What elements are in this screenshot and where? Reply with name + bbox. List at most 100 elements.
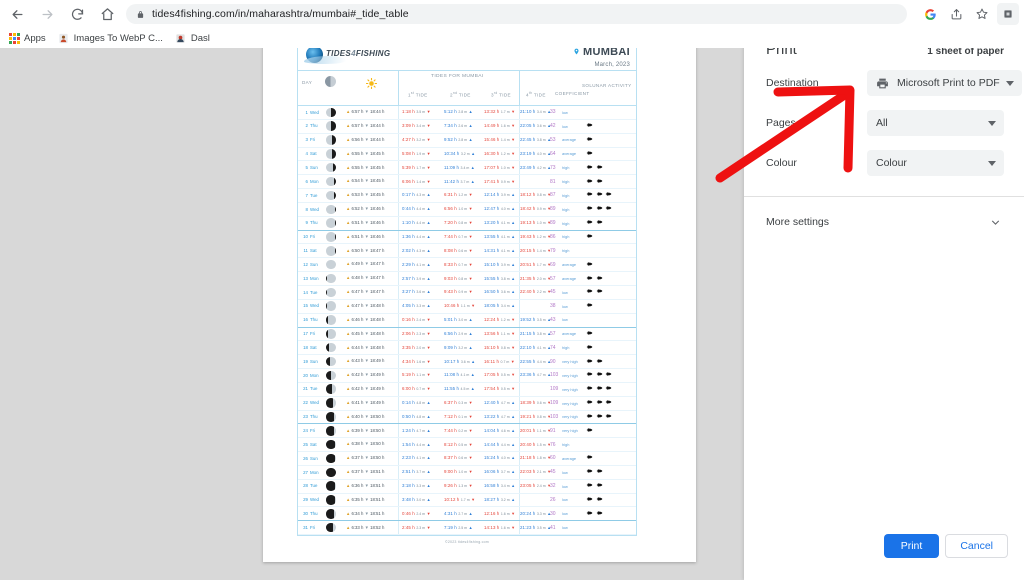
table-row: 13 Mon ▲ 6:48 h ▼ 18:47 h 2:57 h 3.9 m ▲ 9:03 … xyxy=(298,272,636,286)
row-level: low xyxy=(562,525,568,531)
tide-2: 7:34 h 2.6 m ▲ xyxy=(444,123,473,129)
tide-2: 6:37 h 0.3 m ▼ xyxy=(444,400,473,406)
tide-3: 16:06 h 3.7 m ▲ xyxy=(484,469,516,475)
tide-2: 11:08 h 4.1 m ▲ xyxy=(444,372,475,378)
moon-phase-icon xyxy=(326,384,336,394)
cancel-button[interactable]: Cancel xyxy=(945,534,1008,558)
tide-1: 3:35 h 2.0 m ▼ xyxy=(402,344,431,350)
tide-3: 13:55 h 4.1 m ▲ xyxy=(484,233,516,239)
tide-2: 4:31 h 2.7 m ▲ xyxy=(444,510,473,516)
row-level: very high xyxy=(562,358,578,364)
google-icon[interactable] xyxy=(919,3,941,25)
row-level: low xyxy=(562,317,568,323)
tide-4: 19:13 h 1.0 m ▼ xyxy=(520,220,552,226)
sun-icon xyxy=(365,76,378,90)
tide-2: 5:01 h 3.0 m ▲ xyxy=(444,317,473,323)
row-sun-times: ▲ 6:35 h ▼ 18:51 h xyxy=(346,496,385,502)
pages-select[interactable]: All xyxy=(867,110,1004,136)
row-coefficient: 109 xyxy=(550,400,559,407)
more-settings-toggle[interactable]: More settings xyxy=(744,202,1024,242)
moon-phase-icon xyxy=(326,107,336,118)
address-bar-url: tides4fishing.com/in/maharashtra/mumbai#… xyxy=(152,8,409,20)
row-level: very high xyxy=(562,386,578,392)
moon-phase-icon xyxy=(326,370,336,381)
bookmark-apps[interactable]: Apps xyxy=(8,32,46,44)
tide-1: 3:48 h 3.0 m ▲ xyxy=(402,497,431,503)
document-month: March, 2023 xyxy=(594,62,630,69)
row-solunar-activity xyxy=(586,233,593,239)
destination-label: Destination xyxy=(766,77,819,89)
row-sun-times: ▲ 6:37 h ▼ 18:51 h xyxy=(346,469,385,475)
tide-4: 20:51 h 1.7 m ▼ xyxy=(520,261,552,267)
header-tide-3: 3rd TIDE xyxy=(491,91,511,98)
tide-2: 11:55 h 4.5 m ▲ xyxy=(444,386,475,392)
row-day: 29 Wed xyxy=(303,497,319,503)
row-solunar-activity xyxy=(586,219,603,225)
row-sun-times: ▲ 6:33 h ▼ 18:52 h xyxy=(346,524,385,530)
tide-4: 21:18 h 1.8 m ▼ xyxy=(520,455,552,461)
row-level: high xyxy=(562,192,570,198)
table-row: 1 Wed ▲ 6:57 h ▼ 18:44 h 1:18 h 3.5 m ▼ 5:12 h… xyxy=(298,106,636,120)
tide-2: 7:44 h 0.2 m ▼ xyxy=(444,427,473,433)
row-level: very high xyxy=(562,414,578,420)
moon-phase-icon xyxy=(325,76,336,87)
table-row: 26 Sun ▲ 6:37 h ▼ 18:50 h 2:23 h 4.1 m ▲ 8:37 … xyxy=(298,452,636,466)
row-solunar-activity xyxy=(586,178,603,184)
tide-4: 19:43 h 1.2 m ▼ xyxy=(520,233,552,239)
moon-phase-icon xyxy=(326,342,336,353)
row-sun-times: ▲ 6:41 h ▼ 18:49 h xyxy=(346,399,385,405)
share-icon[interactable] xyxy=(945,3,967,25)
row-level: very high xyxy=(562,400,578,406)
moon-phase-icon xyxy=(326,190,336,201)
forward-arrow-icon[interactable] xyxy=(34,1,60,27)
row-coefficient: 103 xyxy=(550,372,559,379)
row-level: high xyxy=(562,248,570,254)
bookmark-star-icon[interactable] xyxy=(971,3,993,25)
row-coefficient: 87 xyxy=(550,192,556,199)
row-coefficient: 73 xyxy=(550,164,556,171)
table-row: 12 Sun ▲ 6:49 h ▼ 18:47 h 2:29 h 4.1 m ▲ 8:33 … xyxy=(298,258,636,273)
home-icon[interactable] xyxy=(94,1,120,27)
tide-1: 0:46 h 2.4 m ▼ xyxy=(402,510,431,516)
bookmark-dash[interactable]: Dasl xyxy=(175,32,210,44)
tide-4: 23:36 h 4.7 m ▲ xyxy=(520,372,552,378)
row-day: 31 Fri xyxy=(303,524,316,530)
print-dialog-actions: Print Cancel xyxy=(883,534,1008,558)
destination-select[interactable]: Microsoft Print to PDF xyxy=(867,70,1022,96)
moon-phase-icon xyxy=(326,135,336,145)
row-day: 25 Sat xyxy=(303,441,317,447)
row-day: 4 Sat xyxy=(305,151,317,157)
back-arrow-icon[interactable] xyxy=(4,1,30,27)
row-coefficient: 91 xyxy=(550,427,556,434)
row-solunar-activity xyxy=(586,136,593,142)
bookmark-images-to-webp[interactable]: Images To WebP C... xyxy=(58,32,163,44)
row-sun-times: ▲ 6:49 h ▼ 18:47 h xyxy=(346,261,385,267)
row-solunar-activity xyxy=(586,191,612,197)
tide-2: 9:43 h 0.9 m ▼ xyxy=(444,289,473,295)
tide-1: 4:34 h 1.6 m ▼ xyxy=(402,358,431,364)
table-row: 4 Sat ▲ 6:55 h ▼ 18:45 h 5:08 h 1.9 m ▼ 10:34 … xyxy=(298,147,636,162)
row-solunar-activity xyxy=(586,454,593,460)
row-sun-times: ▲ 6:36 h ▼ 18:51 h xyxy=(346,482,385,488)
row-coefficient: 57 xyxy=(550,330,556,337)
tide-1: 2:06 h 2.3 m ▼ xyxy=(402,330,431,336)
address-bar[interactable]: tides4fishing.com/in/maharashtra/mumbai#… xyxy=(126,4,907,24)
extensions-icon[interactable] xyxy=(997,3,1019,25)
tide-4: 22:10 h 4.1 m ▲ xyxy=(520,344,552,350)
row-day: 2 Thu xyxy=(305,123,318,129)
row-day: 12 Sun xyxy=(303,261,318,267)
header-tides-for: TIDES FOR MUMBAI xyxy=(431,74,484,79)
tide-3: 13:56 h 1.1 m ▼ xyxy=(484,330,516,336)
doc-logo-part3: FISHING xyxy=(355,49,391,58)
tide-3: 15:46 h 1.4 m ▼ xyxy=(484,137,516,143)
colour-select[interactable]: Colour xyxy=(867,150,1004,176)
pages-row: Pages All xyxy=(744,108,1024,138)
print-button[interactable]: Print xyxy=(883,534,940,558)
tide-3: 16:30 h 1.2 m ▼ xyxy=(484,150,516,156)
row-coefficient: 69 xyxy=(550,261,556,268)
reload-icon[interactable] xyxy=(64,1,90,27)
row-solunar-activity xyxy=(586,302,593,308)
table-row: 20 Mon ▲ 6:42 h ▼ 18:49 h 5:19 h 1.1 m ▼ 11:08… xyxy=(298,369,636,383)
row-level: average xyxy=(562,262,577,268)
row-sun-times: ▲ 6:48 h ▼ 18:47 h xyxy=(346,275,385,281)
